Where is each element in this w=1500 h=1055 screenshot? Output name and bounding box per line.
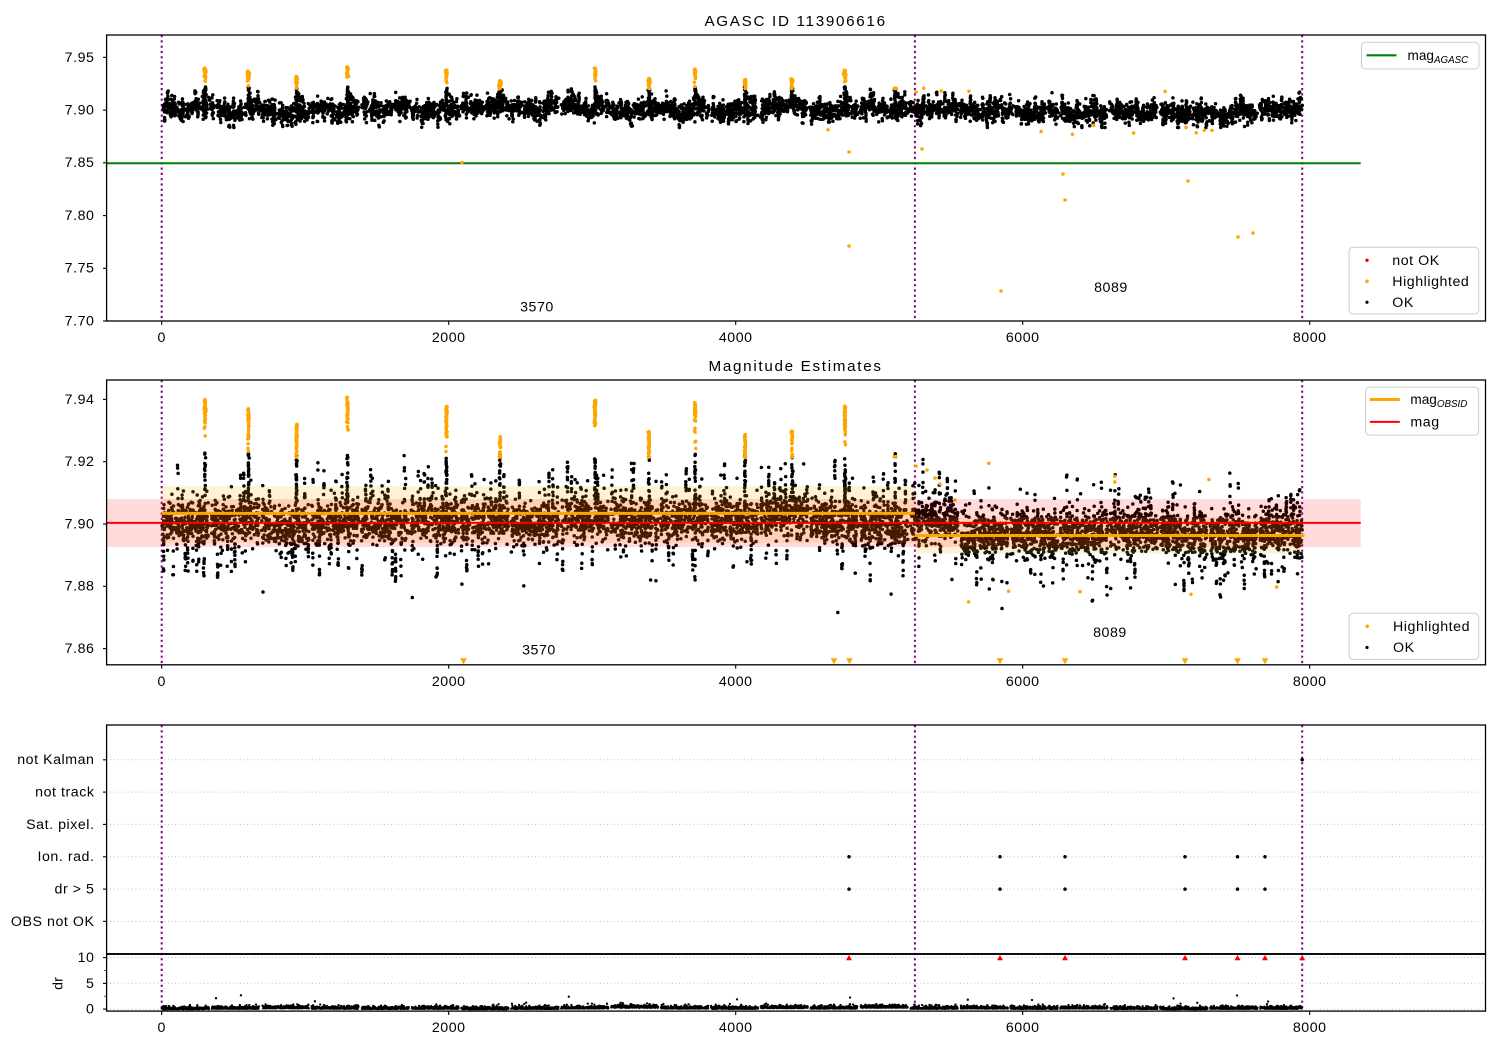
svg-text:0: 0: [157, 330, 165, 346]
svg-text:3570: 3570: [520, 300, 554, 316]
svg-text:10: 10: [78, 950, 95, 966]
svg-text:7.95: 7.95: [65, 50, 95, 66]
svg-text:7.80: 7.80: [65, 208, 95, 224]
svg-text:0: 0: [157, 674, 165, 690]
svg-text:Magnitude Estimates: Magnitude Estimates: [709, 358, 883, 375]
svg-text:7.70: 7.70: [65, 313, 95, 329]
svg-text:OK: OK: [1392, 295, 1414, 311]
svg-text:0: 0: [86, 1002, 94, 1018]
svg-text:not Kalman: not Kalman: [17, 752, 94, 768]
svg-text:mag: mag: [1410, 414, 1439, 430]
svg-text:4000: 4000: [719, 674, 753, 690]
svg-text:7.90: 7.90: [65, 103, 95, 119]
svg-text:Ion. rad.: Ion. rad.: [37, 849, 94, 865]
svg-text:8000: 8000: [1293, 330, 1327, 346]
svg-text:7.85: 7.85: [65, 155, 95, 171]
svg-text:7.88: 7.88: [65, 579, 95, 595]
svg-text:OK: OK: [1393, 640, 1415, 656]
svg-text:2000: 2000: [432, 330, 466, 346]
svg-text:5: 5: [86, 976, 94, 992]
svg-text:AGASC ID 113906616: AGASC ID 113906616: [704, 13, 886, 30]
svg-text:not OK: not OK: [1392, 253, 1439, 269]
svg-text:2000: 2000: [432, 674, 466, 690]
svg-text:3570: 3570: [522, 643, 556, 659]
svg-text:4000: 4000: [719, 1020, 753, 1036]
svg-text:4000: 4000: [719, 330, 753, 346]
svg-text:6000: 6000: [1006, 1020, 1040, 1036]
svg-text:OBS not OK: OBS not OK: [11, 914, 95, 930]
svg-text:8000: 8000: [1293, 674, 1327, 690]
svg-text:7.90: 7.90: [65, 516, 95, 532]
svg-text:7.94: 7.94: [65, 392, 95, 408]
svg-text:Sat. pixel.: Sat. pixel.: [26, 817, 94, 833]
svg-text:dr > 5: dr > 5: [55, 882, 95, 898]
svg-text:6000: 6000: [1006, 674, 1040, 690]
svg-text:7.75: 7.75: [65, 261, 95, 277]
svg-text:2000: 2000: [432, 1020, 466, 1036]
svg-text:Highlighted: Highlighted: [1393, 619, 1470, 635]
svg-text:0: 0: [157, 1020, 165, 1036]
svg-text:dr: dr: [51, 977, 67, 990]
svg-text:6000: 6000: [1006, 330, 1040, 346]
svg-text:not track: not track: [35, 785, 95, 801]
svg-text:Highlighted: Highlighted: [1392, 274, 1469, 290]
svg-text:8089: 8089: [1093, 625, 1127, 641]
svg-text:7.92: 7.92: [65, 454, 95, 470]
svg-text:8000: 8000: [1293, 1020, 1327, 1036]
svg-text:7.86: 7.86: [65, 641, 95, 657]
svg-text:8089: 8089: [1094, 280, 1128, 296]
